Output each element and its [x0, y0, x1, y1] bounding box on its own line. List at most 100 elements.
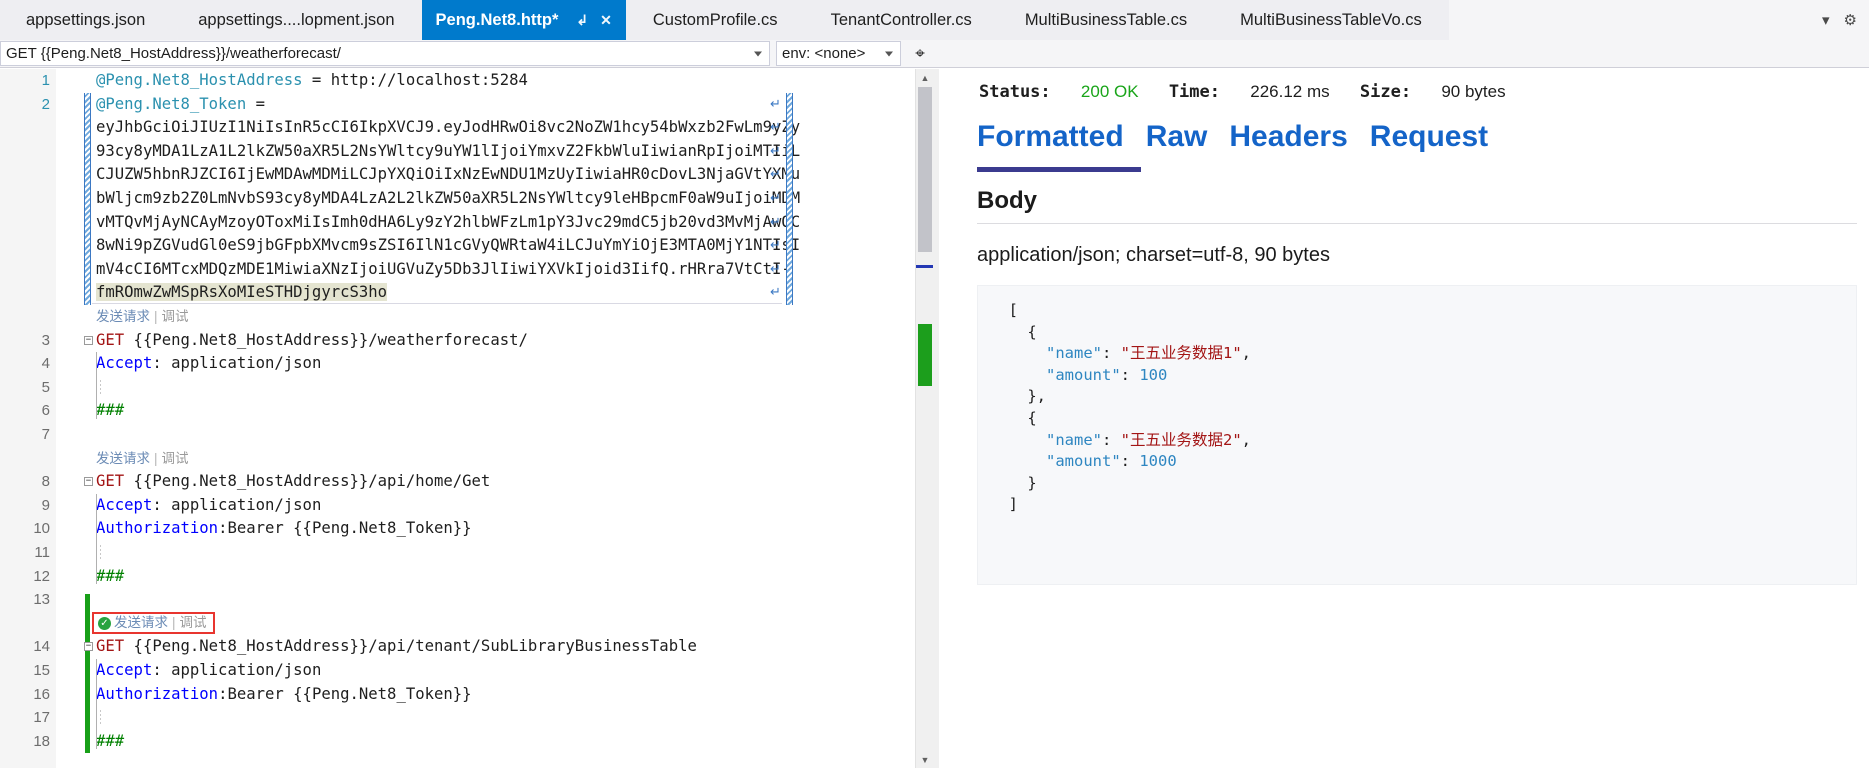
json-punct: :: [1120, 452, 1140, 471]
json-str: "王五业务数据2": [1120, 430, 1242, 449]
json-line: },: [990, 386, 1251, 408]
response-tab-raw[interactable]: Raw: [1146, 120, 1208, 159]
request-selector-combo[interactable]: GET {{Peng.Net8_HostAddress}}/weatherfor…: [0, 41, 770, 66]
line-content: bWljcm9zb2Z0LmNvbS93cy8yMDA4LzA2L2lkZW50…: [96, 187, 800, 211]
json-line: {: [990, 322, 1251, 344]
main-split-container: 1 @Peng.Net8_HostAddress = http://localho…: [0, 69, 1869, 768]
editor-tab-label: appsettings....lopment.json: [198, 10, 395, 29]
unsaved-change-bar-right: [786, 92, 793, 305]
editor-line: 13: [0, 588, 915, 612]
line-content: CJUZW5hbnRJZCI6IjEwMDAwMDMiLCJpYXQiOiIxN…: [96, 163, 800, 187]
editor-code-area[interactable]: 1 @Peng.Net8_HostAddress = http://localho…: [0, 69, 933, 768]
json-punct: ]: [1008, 495, 1019, 514]
codelens-annotation: 发送请求 | 调试: [96, 305, 189, 329]
editor-vertical-scrollbar[interactable]: ▲ ▼: [915, 69, 933, 768]
chevron-down-icon[interactable]: [754, 51, 762, 56]
indent-guide: [100, 379, 101, 395]
header-name: Authorization: [96, 519, 219, 538]
response-tabs: Formatted Raw Headers Request: [977, 120, 1488, 159]
line-number: 6: [41, 402, 50, 420]
code-text: vMTQvMjAyNCAyMzoyOToxMiIsImh0dHA6Ly9zY2h…: [96, 212, 801, 231]
json-key: "name": [1046, 344, 1102, 363]
pin-icon[interactable]: ↲: [572, 13, 592, 27]
variable-value: = http://localhost:5284: [302, 71, 528, 89]
environment-selector-combo[interactable]: env: <none>: [776, 41, 901, 66]
line-number: 8: [41, 473, 50, 491]
http-file-editor[interactable]: 1 @Peng.Net8_HostAddress = http://localho…: [0, 69, 933, 768]
word-wrap-icon: ↵: [770, 214, 781, 230]
json-line: }: [990, 473, 1251, 495]
json-punct: [: [1008, 301, 1019, 319]
line-number: 9: [41, 496, 50, 514]
json-punct: },: [1027, 387, 1046, 406]
codelens-row[interactable]: ✓ 发送请求 | 调试: [0, 611, 915, 636]
editor-tab[interactable]: MultiBusinessTable.cs: [998, 0, 1215, 40]
editor-tab[interactable]: MultiBusinessTableVo.cs: [1214, 0, 1449, 40]
debug-link[interactable]: 调试: [162, 451, 189, 466]
send-request-link[interactable]: 发送请求: [114, 613, 168, 632]
response-body-json: [ { "name": "王五业务数据1", "amount": 100 }, …: [990, 300, 1251, 516]
scrollbar-thumb[interactable]: [918, 87, 932, 252]
json-punct: :: [1102, 430, 1121, 449]
line-number: 10: [33, 520, 50, 538]
collapse-toggle-icon[interactable]: −: [84, 642, 93, 652]
word-wrap-icon: ↵: [770, 120, 781, 136]
line-content: 93cy8yMDA1LzA1L2lkZW50aXR5L2NsYWltcy9uYW…: [96, 140, 800, 164]
line-number: 13: [33, 591, 50, 609]
send-request-link[interactable]: 发送请求: [96, 451, 150, 466]
codelens-annotation: 发送请求 | 调试: [96, 447, 189, 471]
scroll-down-arrow[interactable]: ▼: [916, 751, 933, 768]
editor-line: 8 GET {{Peng.Net8_HostAddress}}/api/home/…: [0, 470, 915, 494]
response-body-box: [ { "name": "王五业务数据1", "amount": 100 }, …: [977, 285, 1857, 585]
close-icon[interactable]: ✕: [596, 13, 616, 27]
indent-guide: [100, 710, 101, 726]
size-label: Size:: [1359, 82, 1412, 102]
time-label: Time:: [1168, 82, 1220, 102]
chevron-down-icon[interactable]: ▾: [1822, 13, 1830, 28]
collapse-toggle-icon[interactable]: −: [84, 335, 93, 345]
scroll-up-arrow[interactable]: ▲: [916, 69, 933, 86]
editor-tab[interactable]: CustomProfile.cs: [626, 0, 805, 40]
response-panel: Status: 200 OK Time: 226.12 ms Size: 90 …: [939, 69, 1869, 768]
editor-tab[interactable]: appsettings....lopment.json: [172, 0, 422, 40]
variable-value: =: [246, 94, 265, 113]
debug-link[interactable]: 调试: [162, 309, 189, 324]
editor-line: 10 Authorization:Bearer {{Peng.Net8_Token…: [0, 517, 915, 541]
codelens-row[interactable]: 发送请求 | 调试: [0, 447, 915, 471]
editor-tab[interactable]: appsettings.json: [0, 0, 173, 40]
word-wrap-icon: ↵: [770, 143, 781, 159]
line-content: eyJhbGciOiJIUzI1NiIsInR5cCI6IkpXVCJ9.eyJ…: [96, 116, 800, 140]
codelens-row[interactable]: 发送请求 | 调试: [0, 305, 915, 329]
header-value: : application/json: [152, 495, 322, 514]
line-number: 17: [33, 709, 50, 727]
json-punct: :: [1102, 344, 1121, 363]
fold-guide: [96, 493, 97, 585]
response-tab-formatted[interactable]: Formatted: [977, 120, 1124, 159]
line-content: @Peng.Net8_HostAddress = http://localhos…: [96, 69, 528, 93]
http-method: GET: [96, 330, 125, 349]
indent-guide: [100, 545, 101, 560]
word-wrap-icon: ↵: [770, 167, 781, 183]
json-line: "name": "王五业务数据2",: [990, 430, 1251, 452]
json-line: ]: [990, 494, 1251, 516]
codelens-separator: |: [154, 450, 158, 466]
response-tab-request[interactable]: Request: [1370, 120, 1488, 159]
json-punct: {: [1027, 408, 1037, 427]
code-text: 93cy8yMDA1LzA1L2lkZW50aXR5L2NsYWltcy9uYW…: [96, 141, 801, 160]
collapse-toggle-icon[interactable]: −: [84, 477, 93, 487]
editor-tab[interactable]: TenantController.cs: [804, 0, 999, 40]
chevron-down-icon[interactable]: [885, 51, 893, 56]
tab-bar-actions: ▾ ⚙: [1822, 0, 1863, 40]
editor-tab-active[interactable]: Peng.Net8.http* ↲ ✕: [421, 0, 627, 40]
response-tab-headers[interactable]: Headers: [1229, 120, 1347, 159]
json-num: 100: [1139, 365, 1168, 384]
debug-link[interactable]: 调试: [180, 613, 207, 632]
status-label: Status:: [979, 82, 1051, 102]
gear-icon[interactable]: ⚙: [1844, 13, 1857, 28]
unsaved-change-bar: [84, 92, 91, 305]
split-view-icon[interactable]: ⌖: [901, 40, 939, 67]
send-request-link[interactable]: 发送请求: [96, 309, 150, 324]
request-separator: ###: [96, 566, 125, 585]
